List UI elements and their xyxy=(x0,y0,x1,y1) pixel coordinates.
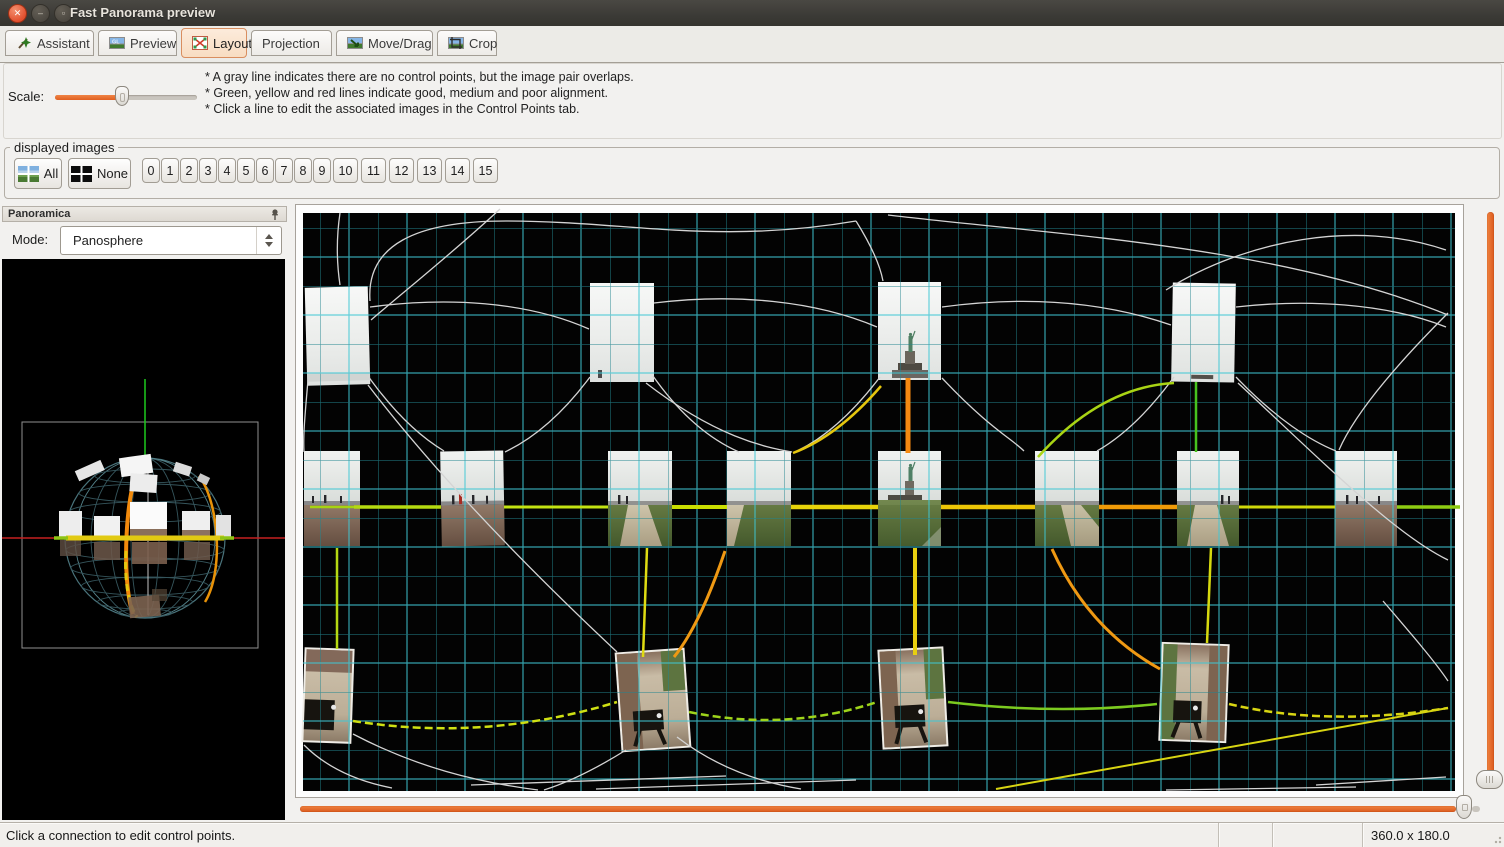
all-images-icon xyxy=(18,166,39,182)
image-toggle-2[interactable]: 2 xyxy=(180,158,198,183)
pin-icon[interactable] xyxy=(269,208,281,220)
titlebar: ✕ – ▫ Fast Panorama preview xyxy=(0,0,1504,27)
tab-label: Crop xyxy=(469,36,497,51)
tab-preview[interactable]: GL Preview xyxy=(98,30,177,56)
tab-move-drag[interactable]: Move/Drag xyxy=(336,30,433,56)
spin-up-icon xyxy=(265,234,273,239)
all-label: All xyxy=(44,166,58,181)
tab-label: Preview xyxy=(130,36,176,51)
show-none-button[interactable]: None xyxy=(68,158,131,189)
image-toggle-15[interactable]: 15 xyxy=(473,158,498,183)
close-button[interactable]: ✕ xyxy=(8,4,27,23)
image-toggle-9[interactable]: 9 xyxy=(313,158,331,183)
help-line-1: * A gray line indicates there are no con… xyxy=(205,69,634,85)
tab-label: Projection xyxy=(262,36,320,51)
mode-select[interactable]: Panosphere xyxy=(60,226,282,255)
tab-label: Assistant xyxy=(37,36,90,51)
mode-value: Panosphere xyxy=(73,233,143,248)
layout-help-text: * A gray line indicates there are no con… xyxy=(205,69,634,117)
resize-grip-icon[interactable] xyxy=(1490,832,1502,844)
status-message: Click a connection to edit control point… xyxy=(0,828,1218,843)
crop-icon xyxy=(448,36,464,50)
dock-title: Panoramica xyxy=(8,208,70,220)
svg-text:GL: GL xyxy=(112,40,120,46)
show-all-button[interactable]: All xyxy=(14,158,62,189)
status-bar: Click a connection to edit control point… xyxy=(0,822,1504,847)
layout-canvas[interactable] xyxy=(295,204,1464,798)
tab-layout[interactable]: Layout xyxy=(181,28,247,58)
layout-scene xyxy=(296,205,1463,797)
scale-slider-handle[interactable] xyxy=(115,86,129,106)
horizontal-scrollbar-handle[interactable] xyxy=(1456,795,1472,819)
image-toggle-7[interactable]: 7 xyxy=(275,158,293,183)
mode-label: Mode: xyxy=(12,232,48,247)
image-toggle-13[interactable]: 13 xyxy=(417,158,442,183)
tab-bar: Assistant GL Preview Layout Projection M… xyxy=(0,26,1504,63)
tab-label: Move/Drag xyxy=(368,36,432,51)
image-toggle-8[interactable]: 8 xyxy=(294,158,312,183)
assistant-icon xyxy=(16,35,32,51)
mode-row: Mode: Panosphere xyxy=(2,222,287,259)
image-toggle-14[interactable]: 14 xyxy=(445,158,470,183)
panosphere-scene xyxy=(2,259,285,820)
vertical-scrollbar-handle[interactable] xyxy=(1476,770,1503,789)
tab-projection[interactable]: Projection xyxy=(251,30,332,56)
tab-assistant[interactable]: Assistant xyxy=(5,30,94,56)
scale-label: Scale: xyxy=(8,89,44,104)
horizontal-scrollbar-track[interactable] xyxy=(300,806,1456,812)
status-cell-empty-2 xyxy=(1272,823,1362,847)
preview-icon: GL xyxy=(109,36,125,50)
horizontal-scrollbar-rest xyxy=(1472,806,1480,812)
spin-down-icon xyxy=(265,242,273,247)
displayed-images-label: displayed images xyxy=(10,140,118,155)
status-pano-size: 360.0 x 180.0 xyxy=(1362,823,1504,847)
dock-header: Panoramica xyxy=(2,206,287,222)
minimize-icon: – xyxy=(38,9,43,18)
image-toggle-5[interactable]: 5 xyxy=(237,158,255,183)
vertical-scrollbar-track[interactable] xyxy=(1487,212,1494,788)
scale-slider-fill xyxy=(55,95,122,100)
panosphere-view[interactable] xyxy=(2,259,285,820)
image-toggle-12[interactable]: 12 xyxy=(389,158,414,183)
none-label: None xyxy=(97,166,128,181)
image-toggle-11[interactable]: 11 xyxy=(361,158,386,183)
image-toggle-6[interactable]: 6 xyxy=(256,158,274,183)
window-title: Fast Panorama preview xyxy=(70,5,215,20)
close-icon: ✕ xyxy=(14,9,22,18)
help-line-2: * Green, yellow and red lines indicate g… xyxy=(205,85,634,101)
image-toggle-10[interactable]: 10 xyxy=(333,158,358,183)
tab-crop[interactable]: Crop xyxy=(437,30,497,56)
fast-panorama-preview-window: ✕ – ▫ Fast Panorama preview Assistant GL… xyxy=(0,0,1504,846)
image-toggle-0[interactable]: 0 xyxy=(142,158,160,183)
minimize-button[interactable]: – xyxy=(31,4,50,23)
move-drag-icon xyxy=(347,36,363,50)
maximize-icon: ▫ xyxy=(62,9,65,18)
image-toggle-4[interactable]: 4 xyxy=(218,158,236,183)
help-line-3: * Click a line to edit the associated im… xyxy=(205,101,634,117)
image-toggle-3[interactable]: 3 xyxy=(199,158,217,183)
no-images-icon xyxy=(71,166,92,182)
canvas-grid xyxy=(303,213,1455,791)
layout-icon xyxy=(192,36,208,50)
status-cell-empty-1 xyxy=(1218,823,1272,847)
mode-spinner[interactable] xyxy=(256,227,281,254)
image-toggle-1[interactable]: 1 xyxy=(161,158,179,183)
tab-label: Layout xyxy=(213,36,252,51)
